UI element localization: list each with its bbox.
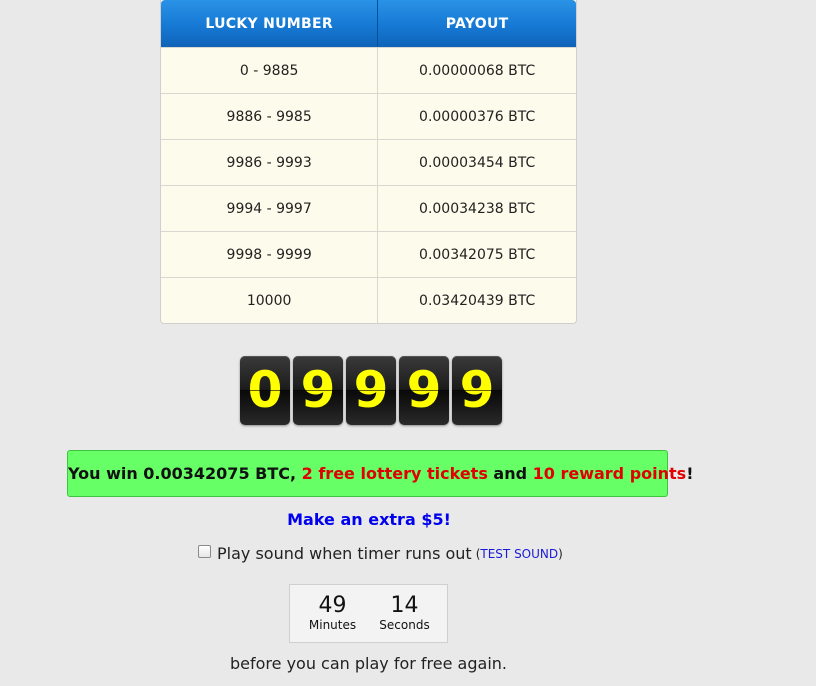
lucky-number-range-cell: 10000 [161,277,378,323]
sound-option-row: Play sound when timer runs out (TEST SOU… [198,544,563,563]
seconds-label: Seconds [379,618,430,632]
payout-cell: 0.00034238 BTC [377,185,576,231]
seconds-value: 14 [390,593,419,618]
lucky-number-digit-1: 0 [240,356,290,425]
play-sound-label: Play sound when timer runs out [217,544,472,563]
play-again-message: before you can play for free again. [229,654,507,673]
payout-table: LUCKY NUMBER PAYOUT 0 - 9885 0.00000068 … [160,0,577,324]
win-suffix-text: ! [686,464,694,483]
lucky-number-range-cell: 9886 - 9985 [161,93,378,139]
column-header-lucky-number: LUCKY NUMBER [161,0,378,47]
countdown-timer: 49 Minutes 14 Seconds [289,584,448,643]
countdown-minutes: 49 Minutes [304,594,362,642]
payout-cell: 0.00003454 BTC [377,139,576,185]
table-row: 10000 0.03420439 BTC [161,277,576,323]
lucky-number-range-cell: 9994 - 9997 [161,185,378,231]
column-header-payout: PAYOUT [377,0,576,47]
table-row: 9886 - 9985 0.00000376 BTC [161,93,576,139]
lucky-number-range-cell: 9998 - 9999 [161,231,378,277]
payout-table-header-row: LUCKY NUMBER PAYOUT [161,0,576,47]
make-extra-link[interactable]: Make an extra $5! [0,510,738,529]
test-sound-wrapper: (TEST SOUND) [476,547,563,561]
win-result-banner: You win 0.00342075 BTC, 2 free lottery t… [67,450,693,497]
table-row: 9998 - 9999 0.00342075 BTC [161,231,576,277]
free-tickets-text: 2 free lottery tickets [301,464,488,483]
payout-cell: 0.00000376 BTC [377,93,576,139]
payout-cell: 0.00000068 BTC [377,47,576,93]
minutes-value: 49 [318,593,347,618]
lucky-number-display: 0 9 9 9 9 [240,356,502,425]
win-connector-text: and [487,464,533,483]
test-sound-link[interactable]: TEST SOUND [480,547,558,561]
lucky-number-digit-3: 9 [346,356,396,425]
lucky-number-digit-5: 9 [452,356,502,425]
countdown-seconds: 14 Seconds [376,594,434,642]
payout-cell: 0.00342075 BTC [377,231,576,277]
table-row: 9986 - 9993 0.00003454 BTC [161,139,576,185]
table-row: 0 - 9885 0.00000068 BTC [161,47,576,93]
lucky-number-range-cell: 0 - 9885 [161,47,378,93]
table-row: 9994 - 9997 0.00034238 BTC [161,185,576,231]
win-amount-text: You win 0.00342075 BTC, [68,464,302,483]
reward-points-text: 10 reward points [532,464,687,483]
payout-cell: 0.03420439 BTC [377,277,576,323]
lucky-number-digit-4: 9 [399,356,449,425]
test-sound-close-paren: ) [558,546,563,561]
play-sound-checkbox[interactable] [198,545,211,558]
lucky-number-digit-2: 9 [293,356,343,425]
lucky-number-range-cell: 9986 - 9993 [161,139,378,185]
minutes-label: Minutes [308,618,357,632]
